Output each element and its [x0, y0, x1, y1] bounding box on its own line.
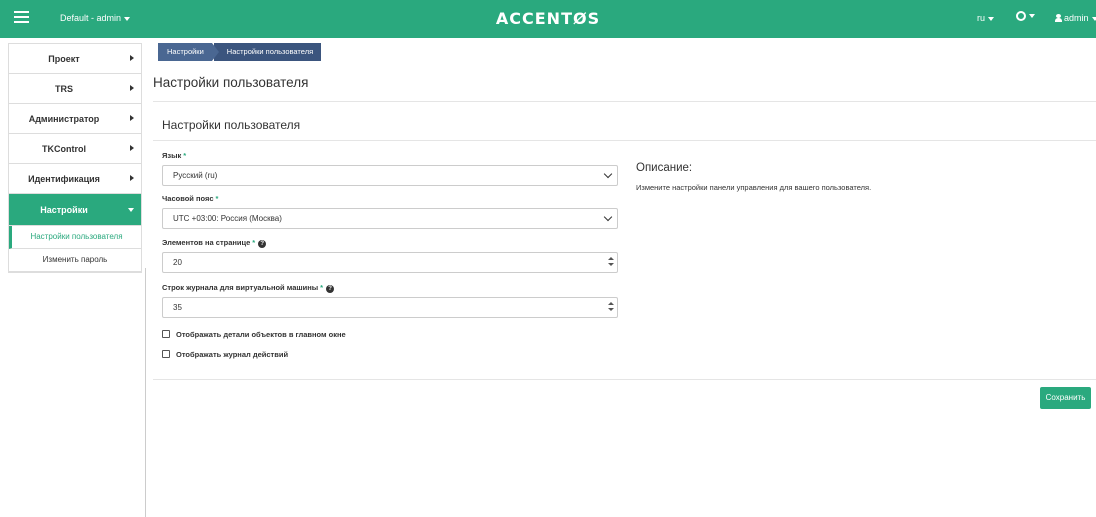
show-log-checkbox[interactable]: [162, 350, 170, 358]
log-lines-value: 35: [173, 303, 182, 312]
chevron-down-icon: [603, 169, 613, 179]
project-selector-label: Default - admin: [60, 13, 122, 23]
user-icon: [1055, 14, 1062, 22]
caret-down-icon: [124, 16, 131, 21]
required-marker: *: [215, 194, 219, 203]
required-marker: *: [183, 151, 187, 160]
breadcrumb-settings[interactable]: Настройки: [158, 43, 219, 61]
description-text: Измените настройки панели управления для…: [636, 183, 872, 192]
required-marker: *: [252, 238, 256, 247]
show-log-checkbox-row[interactable]: Отображать журнал действий: [162, 350, 288, 359]
breadcrumb-user-settings[interactable]: Настройки пользователя: [213, 43, 322, 61]
language-label-text: Язык: [162, 151, 182, 160]
divider: [153, 101, 1096, 102]
sidebar-subitem-user-settings[interactable]: Настройки пользователя: [9, 226, 141, 249]
hamburger-menu-icon[interactable]: [14, 11, 29, 23]
page-title: Настройки пользователя: [153, 75, 309, 90]
spin-down-icon[interactable]: [607, 263, 614, 266]
section-title: Настройки пользователя: [162, 118, 301, 132]
number-spinner[interactable]: [607, 256, 614, 269]
log-lines-label: Строк журнала для виртуальной машины *?: [162, 283, 335, 293]
page-size-value: 20: [173, 258, 182, 267]
number-spinner[interactable]: [607, 301, 614, 314]
language-select[interactable]: Русский (ru): [162, 165, 618, 186]
chevron-down-icon: [128, 208, 134, 212]
log-lines-input[interactable]: 35: [162, 297, 618, 318]
timezone-label: Часовой пояс *: [162, 194, 218, 203]
log-lines-label-text: Строк журнала для виртуальной машины: [162, 283, 319, 292]
spin-down-icon[interactable]: [607, 308, 614, 311]
theme-icon: [1016, 10, 1026, 21]
timezone-label-text: Часовой пояс: [162, 194, 214, 203]
top-navbar: Default - admin ACCENTØS ru admin: [0, 0, 1096, 38]
user-menu[interactable]: admin: [1055, 13, 1096, 23]
description-title: Описание:: [636, 162, 693, 174]
chevron-down-icon: [603, 212, 613, 222]
show-details-label: Отображать детали объектов в главном окн…: [176, 330, 346, 339]
help-icon[interactable]: ?: [258, 240, 267, 248]
language-label: Язык *: [162, 151, 186, 160]
sidebar-item-label: Администратор: [28, 114, 100, 124]
page-size-label: Элементов на странице *?: [162, 238, 267, 248]
required-marker: *: [320, 283, 324, 292]
user-name: admin: [1064, 13, 1089, 23]
save-button[interactable]: Сохранить: [1040, 387, 1091, 409]
help-icon[interactable]: ?: [326, 285, 335, 293]
show-details-checkbox[interactable]: [162, 330, 170, 338]
project-selector[interactable]: Default - admin: [60, 13, 131, 23]
chevron-right-icon: [130, 175, 134, 181]
caret-down-icon: [1029, 13, 1035, 18]
sidebar-item-trs[interactable]: TRS: [9, 74, 141, 104]
spin-up-icon[interactable]: [607, 257, 614, 260]
brand-logo: ACCENTØS: [495, 9, 601, 28]
chevron-right-icon: [130, 55, 134, 61]
sidebar-subitem-change-password[interactable]: Изменить пароль: [9, 249, 141, 272]
page-size-input[interactable]: 20: [162, 252, 618, 273]
language-label: ru: [977, 13, 986, 23]
sidebar: Проект TRS Администратор TKControl Идент…: [8, 43, 142, 273]
page-size-label-text: Элементов на странице: [162, 238, 251, 247]
theme-selector[interactable]: [1016, 10, 1035, 21]
sidebar-item-label: TKControl: [42, 144, 86, 154]
breadcrumb: Настройки Настройки пользователя: [158, 43, 322, 61]
chevron-right-icon: [130, 145, 134, 151]
spin-up-icon[interactable]: [607, 302, 614, 305]
sidebar-item-tkcontrol[interactable]: TKControl: [9, 134, 141, 164]
chevron-right-icon: [130, 115, 134, 121]
sidebar-item-label: TRS: [55, 84, 73, 94]
language-select-value: Русский (ru): [173, 171, 218, 180]
caret-down-icon: [1091, 16, 1096, 21]
sidebar-item-project[interactable]: Проект: [9, 44, 141, 74]
timezone-select[interactable]: UTC +03:00: Россия (Москва): [162, 208, 618, 229]
divider: [153, 140, 1096, 141]
divider: [153, 379, 1096, 380]
sidebar-item-settings[interactable]: Настройки: [9, 194, 141, 226]
timezone-select-value: UTC +03:00: Россия (Москва): [173, 214, 282, 223]
caret-down-icon: [988, 16, 995, 21]
sidebar-item-identity[interactable]: Идентификация: [9, 164, 141, 194]
chevron-right-icon: [130, 85, 134, 91]
language-selector[interactable]: ru: [977, 13, 995, 23]
sidebar-item-admin[interactable]: Администратор: [9, 104, 141, 134]
show-details-checkbox-row[interactable]: Отображать детали объектов в главном окн…: [162, 330, 346, 339]
show-log-label: Отображать журнал действий: [176, 350, 289, 359]
sidebar-divider: [145, 268, 146, 517]
sidebar-item-label: Идентификация: [28, 174, 100, 184]
sidebar-item-label: Проект: [48, 54, 80, 64]
sidebar-item-label: Настройки: [40, 205, 88, 215]
